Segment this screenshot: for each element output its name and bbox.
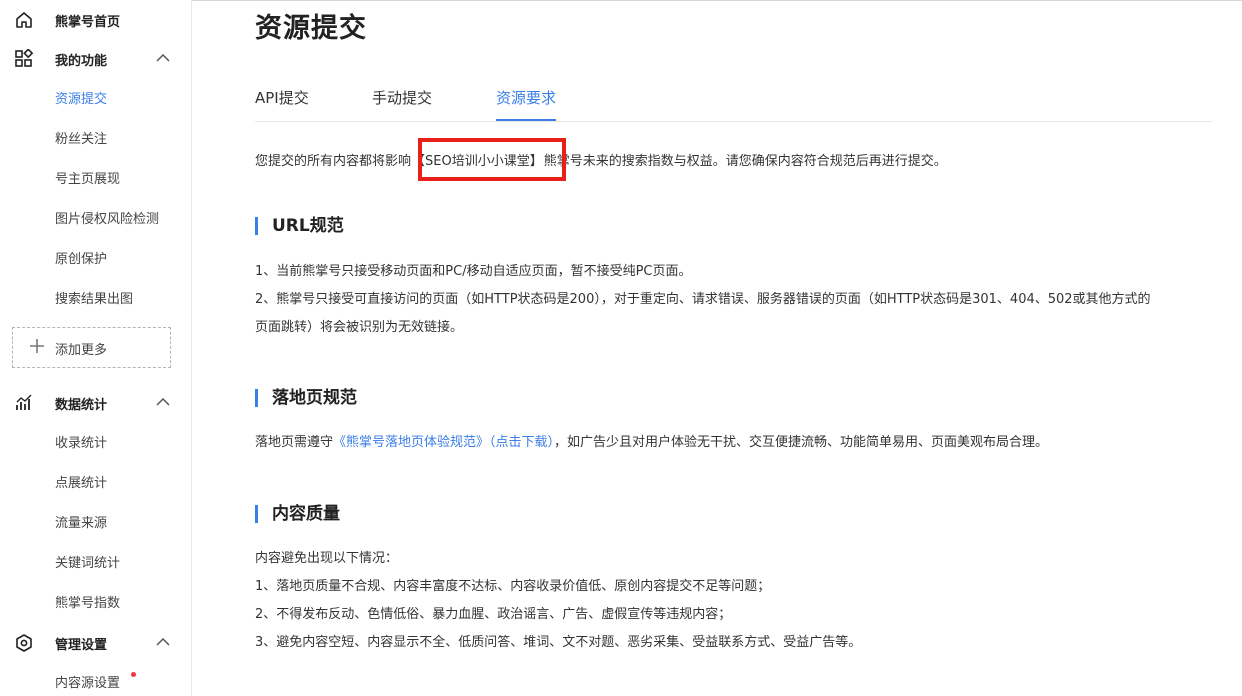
sidebar-item-click-stats[interactable]: 点展统计 [55,472,107,491]
tab-bar: API提交 手动提交 资源要求 [255,80,1212,122]
sidebar-item-index-stats[interactable]: 收录统计 [55,432,107,451]
section-title-quality: 内容质量 [255,504,340,524]
notice-before: 您提交的所有内容都将影响 [255,154,412,169]
sidebar-group-settings-label: 管理设置 [55,638,108,653]
main-content: 资源提交 API提交 手动提交 资源要求 您提交的所有内容都将影响【SEO培训小… [192,0,1242,696]
landing-spec-download-link[interactable]: 《熊掌号落地页体验规范》（点击下载） [333,435,554,450]
sidebar-group-functions[interactable]: 我的功能 [0,39,191,79]
add-more-button[interactable]: 添加更多 [12,327,171,368]
quality-intro: 内容避免出现以下情况： [255,551,399,566]
section-title-landing: 落地页规范 [255,388,357,408]
notice-highlight: 【SEO培训小小课堂】 [412,154,543,169]
sidebar-group-functions-label: 我的功能 [55,54,108,69]
sidebar-item-content-source[interactable]: 内容源设置 [55,672,120,691]
chevron-up-icon[interactable] [155,396,171,408]
sidebar-item-traffic-source[interactable]: 流量来源 [55,512,107,531]
landing-text-before: 落地页需遵守 [255,435,334,450]
landing-rule: 落地页需遵守《熊掌号落地页体验规范》（点击下载），如广告少且对用户体验无干扰、交… [255,431,1048,450]
bar-chart-icon [14,393,34,413]
quality-rule-3: 3、避免内容空短、内容显示不全、低质问答、堆词、文不对题、恶劣采集、受益联系方式… [255,635,862,650]
quality-rule-2: 2、不得发布反动、色情低俗、暴力血腥、政治谣言、广告、虚假宣传等违规内容； [255,607,732,622]
sidebar-group-stats-label: 数据统计 [55,398,108,413]
tab-api-submit[interactable]: API提交 [255,87,309,121]
sidebar-item-resource-submit[interactable]: 资源提交 [55,88,107,107]
sidebar-item-keyword-stats[interactable]: 关键词统计 [55,552,120,571]
notification-dot [131,672,136,677]
url-rule-1: 1、当前熊掌号只接受移动页面和PC/移动自适应页面，暂不接受纯PC页面。 [255,264,692,279]
sidebar-group-stats[interactable]: 数据统计 [0,383,191,423]
sidebar-item-xzh-index[interactable]: 熊掌号指数 [55,592,120,611]
chevron-up-icon[interactable] [155,636,171,648]
url-rule-2-cont: 页面跳转）将会被识别为无效链接。 [255,320,464,335]
sidebar-item-fans[interactable]: 粉丝关注 [55,128,107,147]
quality-rule-1: 1、落地页质量不合规、内容丰富度不达标、内容收录价值低、原创内容提交不足等问题； [255,579,771,594]
sidebar-item-original-protection[interactable]: 原创保护 [55,248,107,267]
tab-resource-requirements[interactable]: 资源要求 [496,87,557,121]
sidebar-item-search-images[interactable]: 搜索结果出图 [55,288,133,307]
sidebar-group-settings[interactable]: 管理设置 [0,623,191,663]
sidebar-item-homepage-display[interactable]: 号主页展现 [55,168,120,187]
section-title-url: URL规范 [255,216,344,236]
sidebar-home[interactable]: 熊掌号首页 [0,0,191,40]
add-more-label: 添加更多 [55,343,108,358]
home-icon [14,10,34,30]
tab-manual-submit[interactable]: 手动提交 [372,87,432,121]
notice-text: 您提交的所有内容都将影响【SEO培训小小课堂】熊掌号未来的搜索指数与权益。请您确… [255,150,947,169]
page-title: 资源提交 [255,13,367,44]
sidebar-item-image-infringement[interactable]: 图片侵权风险检测 [55,208,159,227]
grid-icon [14,49,34,69]
sidebar-home-label: 熊掌号首页 [55,15,121,30]
settings-icon [14,633,34,653]
sidebar: 熊掌号首页 我的功能 资源提交 粉丝关注 号主页展现 图片侵权风险检测 原创保护… [0,0,192,696]
plus-icon [28,337,46,355]
chevron-up-icon[interactable] [155,52,171,64]
notice-after: 熊掌号未来的搜索指数与权益。请您确保内容符合规范后再进行提交。 [543,154,947,169]
url-rule-2: 2、熊掌号只接受可直接访问的页面（如HTTP状态码是200），对于重定向、请求错… [255,292,1151,307]
landing-text-after: ，如广告少且对用户体验无干扰、交互便捷流畅、功能简单易用、页面美观布局合理。 [554,435,1049,450]
